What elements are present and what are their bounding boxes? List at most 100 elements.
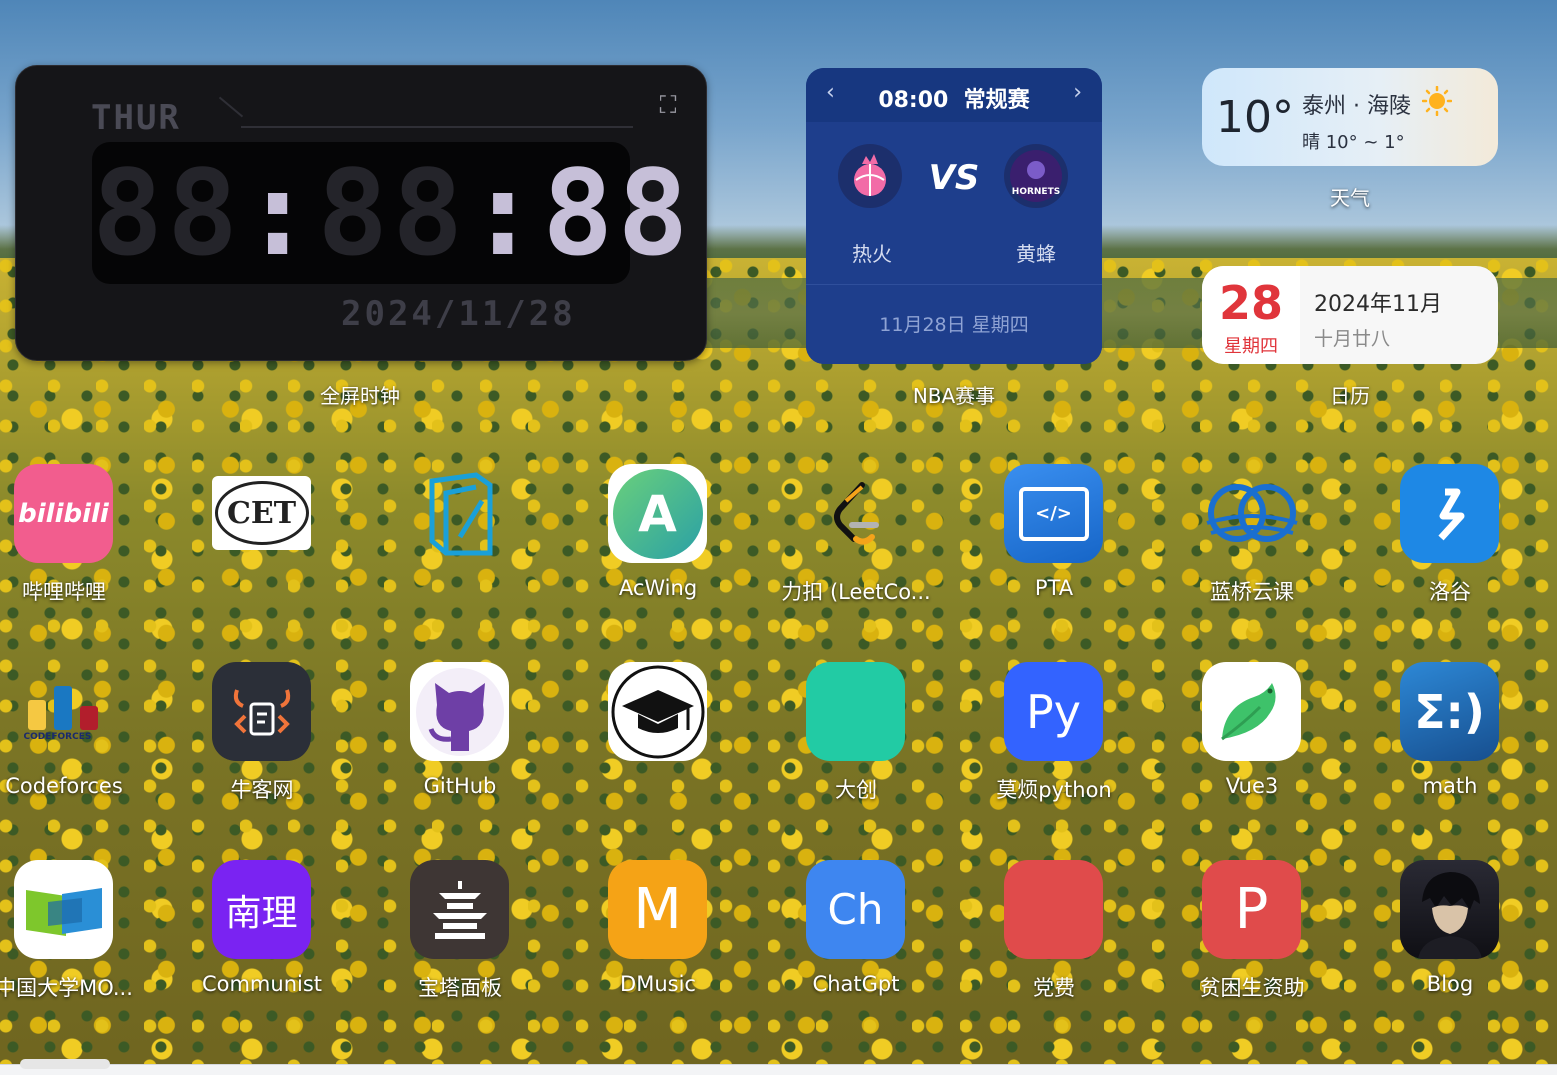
calendar-day-block: 28 星期四 <box>1202 266 1300 364</box>
weather-widget-label: 天气 <box>1330 186 1370 210</box>
heat-logo-icon <box>838 144 902 208</box>
nba-next-arrow-icon[interactable]: › <box>1073 80 1082 105</box>
app-label: DMusic <box>620 972 696 996</box>
calendar-widget[interactable]: 28 星期四 2024年11月 十月廿八 <box>1202 266 1498 364</box>
nba-divider <box>806 284 1102 285</box>
app-dangfei[interactable]: 党费 <box>984 860 1124 1010</box>
clock-day: THUR <box>91 98 181 138</box>
clock-hours: 88 <box>92 144 243 282</box>
hornets-logo-icon: HORNETS <box>1004 144 1068 208</box>
app-label: math <box>1422 774 1478 798</box>
app-acwing[interactable]: A AcWing <box>588 464 728 614</box>
clock-time: 88:88:88 <box>92 142 688 284</box>
nba-widget[interactable]: ‹ 08:00 常规赛 › VS HORNETS 热火 黄蜂 11月28日 星期… <box>806 68 1102 364</box>
fullscreen-icon[interactable]: ⛶ <box>653 90 683 120</box>
nba-matchup: VS HORNETS 热火 黄蜂 11月28日 星期四 <box>806 122 1102 364</box>
leetcode-icon <box>806 464 905 563</box>
app-exam-site[interactable] <box>390 464 530 614</box>
weather-temp: 10° <box>1216 92 1294 143</box>
app-label: 大创 <box>835 778 877 802</box>
clock-colon: : <box>467 144 543 282</box>
app-label: GitHub <box>423 774 497 798</box>
dachuang-icon <box>806 662 905 761</box>
sunny-icon <box>1422 86 1452 116</box>
calendar-day: 28 <box>1218 276 1283 330</box>
app-lanqiao[interactable]: 蓝桥云课 <box>1182 464 1322 614</box>
app-label: 莫烦python <box>996 778 1112 802</box>
app-label: 贫困生资助 <box>1199 976 1305 1000</box>
clock-minutes: 88 <box>317 144 468 282</box>
clock-colon: : <box>242 144 318 282</box>
dangfei-icon <box>1004 860 1103 959</box>
app-codeforces[interactable]: CODEFORCES Codeforces <box>0 662 134 812</box>
cet-icon: CET <box>212 476 311 550</box>
app-label: Vue3 <box>1225 774 1279 798</box>
clock-divider-line <box>241 126 633 128</box>
luogu-icon <box>1400 464 1499 563</box>
blog-avatar-icon <box>1400 860 1499 959</box>
app-label: 牛客网 <box>230 778 294 802</box>
app-leetcode[interactable]: 力扣 (LeetCo... <box>781 464 931 614</box>
app-luogu[interactable]: 洛谷 <box>1380 464 1520 614</box>
app-cet[interactable]: CET <box>192 464 332 614</box>
acwing-icon: A <box>608 464 707 563</box>
nba-away-team: 黄蜂 <box>1016 242 1056 266</box>
app-math[interactable]: Σ:) math <box>1380 662 1520 812</box>
app-pta[interactable]: </> PTA <box>984 464 1124 614</box>
nba-game-stage: 常规赛 <box>963 88 1030 113</box>
app-mofan-python[interactable]: Py 莫烦python <box>984 662 1124 812</box>
app-bilibili[interactable]: bilibili 哔哩哔哩 <box>0 464 134 614</box>
weather-range: 晴 10° ~ 1° <box>1302 132 1405 153</box>
app-icourse-mooc[interactable]: 中国大学MO... <box>0 860 134 1010</box>
app-nowcoder[interactable]: 牛客网 <box>192 662 332 812</box>
fullscreen-clock-widget[interactable]: THUR ⛶ 88:88:88 2024/11/28 <box>15 65 707 361</box>
app-chatgpt[interactable]: Ch ChatGpt <box>786 860 926 1010</box>
nanli-icon: 南理 <box>212 860 311 959</box>
weather-widget[interactable]: 10° 泰州 · 海陵 晴 10° ~ 1° <box>1202 68 1498 166</box>
app-dmusic[interactable]: M DMusic <box>588 860 728 1010</box>
app-communist[interactable]: 南理 Communist <box>192 860 332 1010</box>
app-blog[interactable]: Blog <box>1380 860 1520 1010</box>
app-label: Communist <box>201 972 323 996</box>
lanqiao-icon <box>1202 464 1301 563</box>
app-github[interactable]: GitHub <box>390 662 530 812</box>
app-label: 洛谷 <box>1429 580 1471 604</box>
clock-divider-slash <box>218 96 244 118</box>
app-label: AcWing <box>618 576 698 600</box>
app-graduation[interactable] <box>588 662 728 812</box>
math-icon: Σ:) <box>1400 662 1499 761</box>
app-label: 蓝桥云课 <box>1210 580 1294 604</box>
app-label: ChatGpt <box>812 972 900 996</box>
clock-display-panel: 88:88:88 <box>92 142 688 284</box>
app-baota-panel[interactable]: 宝塔面板 <box>390 860 530 1010</box>
nba-header: ‹ 08:00 常规赛 › <box>806 68 1102 122</box>
chatgpt-icon: Ch <box>806 860 905 959</box>
scroll-indicator <box>20 1059 110 1069</box>
calendar-weekday: 星期四 <box>1224 336 1278 357</box>
app-label: 党费 <box>1033 976 1075 1000</box>
bottom-bar <box>0 1059 1557 1075</box>
pagoda-icon <box>410 860 509 959</box>
app-label: 中国大学MO... <box>0 976 133 1000</box>
bilibili-icon: bilibili <box>14 464 113 563</box>
nba-home-team: 热火 <box>852 242 892 266</box>
app-dachuang[interactable]: 大创 <box>786 662 926 812</box>
book-outline-icon <box>410 464 509 563</box>
student-aid-icon: P <box>1202 860 1301 959</box>
dmusic-icon: M <box>608 860 707 959</box>
graduation-cap-icon <box>608 662 707 761</box>
nba-vs: VS <box>928 158 980 198</box>
app-label: 哔哩哔哩 <box>22 580 106 604</box>
green-bird-icon <box>1202 662 1301 761</box>
mooc-icon <box>14 860 113 959</box>
app-label: 力扣 (LeetCo... <box>781 580 931 604</box>
clock-widget-label: 全屏时钟 <box>320 384 400 408</box>
nba-game-time: 08:00 <box>878 88 949 113</box>
pta-icon: </> <box>1004 464 1103 563</box>
calendar-widget-label: 日历 <box>1330 384 1370 408</box>
app-student-aid[interactable]: P 贫困生资助 <box>1182 860 1322 1010</box>
calendar-lunar-date: 十月廿八 <box>1314 328 1391 350</box>
codeforces-icon: CODEFORCES <box>14 662 113 761</box>
weather-city: 泰州 · 海陵 <box>1302 94 1411 119</box>
app-vue3[interactable]: Vue3 <box>1182 662 1322 812</box>
